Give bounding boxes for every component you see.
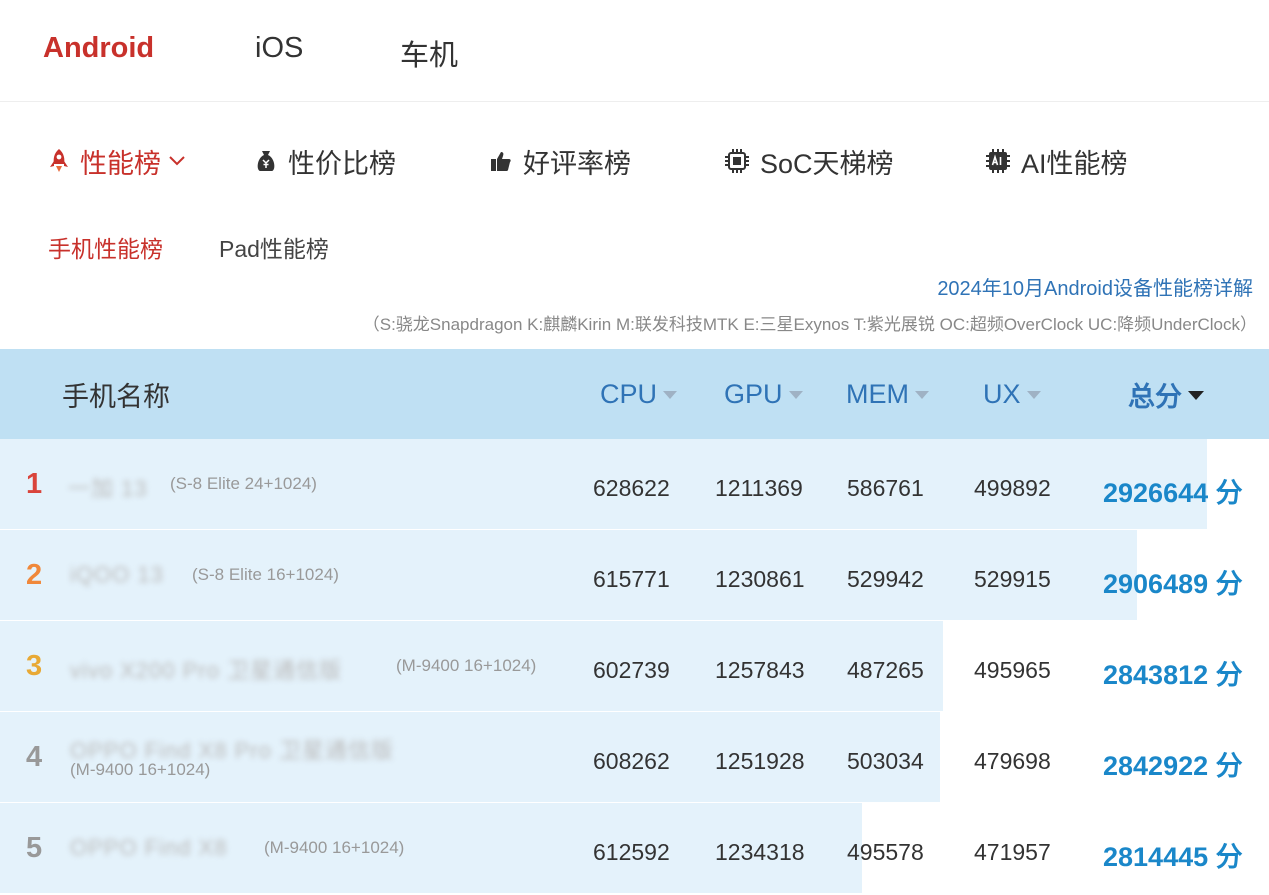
category-performance[interactable]: 性能榜 bbox=[48, 142, 185, 180]
gpu-score: 1234318 bbox=[715, 839, 805, 865]
total-score: 2843812 分 bbox=[1103, 660, 1243, 690]
abbreviation-legend: （S:骁龙Snapdragon K:麒麟Kirin M:联发科技MTK E:三星… bbox=[362, 315, 1257, 334]
column-total-label: 总分 bbox=[1128, 381, 1182, 412]
caret-down-icon bbox=[663, 391, 678, 399]
tab-ios[interactable]: iOS bbox=[255, 32, 303, 65]
total-score: 2926644 分 bbox=[1103, 478, 1243, 508]
total-score: 2842922 分 bbox=[1103, 751, 1243, 781]
detail-link[interactable]: 2024年10月Android设备性能榜详解 bbox=[937, 272, 1253, 301]
cpu-score: 615771 bbox=[593, 566, 670, 592]
gpu-score: 1257843 bbox=[715, 657, 805, 683]
table-row[interactable]: 1 一加 13 (S-8 Elite 24+1024) 628622 12113… bbox=[0, 439, 1269, 530]
ux-score: 499892 bbox=[974, 475, 1051, 501]
category-ai-label: AI性能榜 bbox=[1021, 148, 1128, 179]
column-gpu-label: GPU bbox=[724, 378, 783, 409]
chip-icon bbox=[725, 149, 749, 173]
ai-chip-icon bbox=[986, 149, 1010, 173]
rank-number: 1 bbox=[26, 468, 43, 500]
caret-down-icon bbox=[915, 391, 929, 399]
total-score: 2906489 分 bbox=[1103, 569, 1243, 599]
table-row[interactable]: 3 vivo X200 Pro 卫星通信版 (M-9400 16+1024) 6… bbox=[0, 621, 1269, 712]
gpu-score: 1230861 bbox=[715, 566, 805, 592]
table-row[interactable]: 5 OPPO Find X8 (M-9400 16+1024) 612592 1… bbox=[0, 803, 1269, 894]
caret-down-icon bbox=[1188, 390, 1204, 400]
rank-number: 3 bbox=[26, 650, 43, 682]
mem-score: 487265 bbox=[847, 657, 924, 683]
sort-mem[interactable]: MEM bbox=[846, 349, 929, 439]
cpu-score: 612592 bbox=[593, 839, 670, 865]
device-name[interactable]: vivo X200 Pro 卫星通信版 bbox=[70, 653, 342, 685]
device-name[interactable]: 一加 13 bbox=[68, 471, 148, 503]
device-spec: (S-8 Elite 16+1024) bbox=[192, 565, 339, 584]
caret-down-icon bbox=[788, 391, 803, 399]
ux-score: 495965 bbox=[974, 657, 1051, 683]
column-ux-label: UX bbox=[983, 378, 1021, 409]
category-rating-label: 好评率榜 bbox=[523, 148, 631, 179]
subtab-pad[interactable]: Pad性能榜 bbox=[219, 230, 329, 264]
mem-score: 495578 bbox=[847, 839, 924, 865]
thumbs-up-icon bbox=[491, 152, 511, 171]
gpu-score: 1211369 bbox=[715, 475, 803, 501]
category-soc-label: SoC天梯榜 bbox=[760, 148, 894, 179]
sort-total[interactable]: 总分 bbox=[1128, 349, 1204, 439]
rank-number: 5 bbox=[26, 832, 43, 864]
sort-cpu[interactable]: CPU bbox=[600, 349, 678, 439]
rocket-icon bbox=[50, 149, 68, 172]
device-name[interactable]: iQOO 13 bbox=[70, 562, 164, 588]
caret-down-icon bbox=[1026, 391, 1041, 399]
ux-score: 471957 bbox=[974, 839, 1051, 865]
table-row[interactable]: 2 iQOO 13 (S-8 Elite 16+1024) 615771 123… bbox=[0, 530, 1269, 621]
device-name[interactable]: OPPO Find X8 bbox=[70, 835, 228, 861]
chevron-down-icon bbox=[169, 156, 185, 166]
money-bag-icon bbox=[257, 151, 275, 171]
column-name: 手机名称 bbox=[62, 381, 170, 412]
column-mem-label: MEM bbox=[846, 378, 909, 409]
category-ai[interactable]: AI性能榜 bbox=[985, 142, 1128, 180]
cpu-score: 608262 bbox=[593, 748, 670, 774]
mem-score: 529942 bbox=[847, 566, 924, 592]
table-header: 手机名称 CPU GPU MEM UX 总分 bbox=[0, 349, 1269, 439]
device-spec: (M-9400 16+1024) bbox=[396, 656, 537, 675]
gpu-score: 1251928 bbox=[715, 748, 805, 774]
platform-tabs: Android iOS 车机 bbox=[0, 0, 1269, 102]
rank-number: 2 bbox=[26, 559, 43, 591]
device-spec: (M-9400 16+1024) bbox=[70, 760, 211, 779]
sort-ux[interactable]: UX bbox=[983, 349, 1041, 439]
cpu-score: 628622 bbox=[593, 475, 670, 501]
total-score: 2814445 分 bbox=[1103, 842, 1243, 872]
device-spec: (M-9400 16+1024) bbox=[264, 838, 405, 857]
subtab-phone[interactable]: 手机性能榜 bbox=[48, 230, 163, 264]
cpu-score: 602739 bbox=[593, 657, 670, 683]
device-spec: (S-8 Elite 24+1024) bbox=[170, 474, 317, 493]
category-value[interactable]: 性价比榜 bbox=[254, 142, 396, 180]
category-soc[interactable]: SoC天梯榜 bbox=[724, 142, 894, 180]
ux-score: 529915 bbox=[974, 566, 1051, 592]
ux-score: 479698 bbox=[974, 748, 1051, 774]
mem-score: 503034 bbox=[847, 748, 924, 774]
score-bar bbox=[0, 530, 1137, 620]
tab-car[interactable]: 车机 bbox=[400, 32, 458, 74]
category-value-label: 性价比榜 bbox=[288, 148, 396, 179]
rank-number: 4 bbox=[26, 741, 43, 773]
tab-android[interactable]: Android bbox=[43, 32, 154, 65]
mem-score: 586761 bbox=[847, 475, 924, 501]
category-performance-label: 性能榜 bbox=[80, 148, 161, 179]
column-cpu-label: CPU bbox=[600, 378, 658, 409]
sort-gpu[interactable]: GPU bbox=[724, 349, 803, 439]
category-rating[interactable]: 好评率榜 bbox=[489, 142, 631, 180]
table-row[interactable]: 4 OPPO Find X8 Pro 卫星通信版 (M-9400 16+1024… bbox=[0, 712, 1269, 803]
